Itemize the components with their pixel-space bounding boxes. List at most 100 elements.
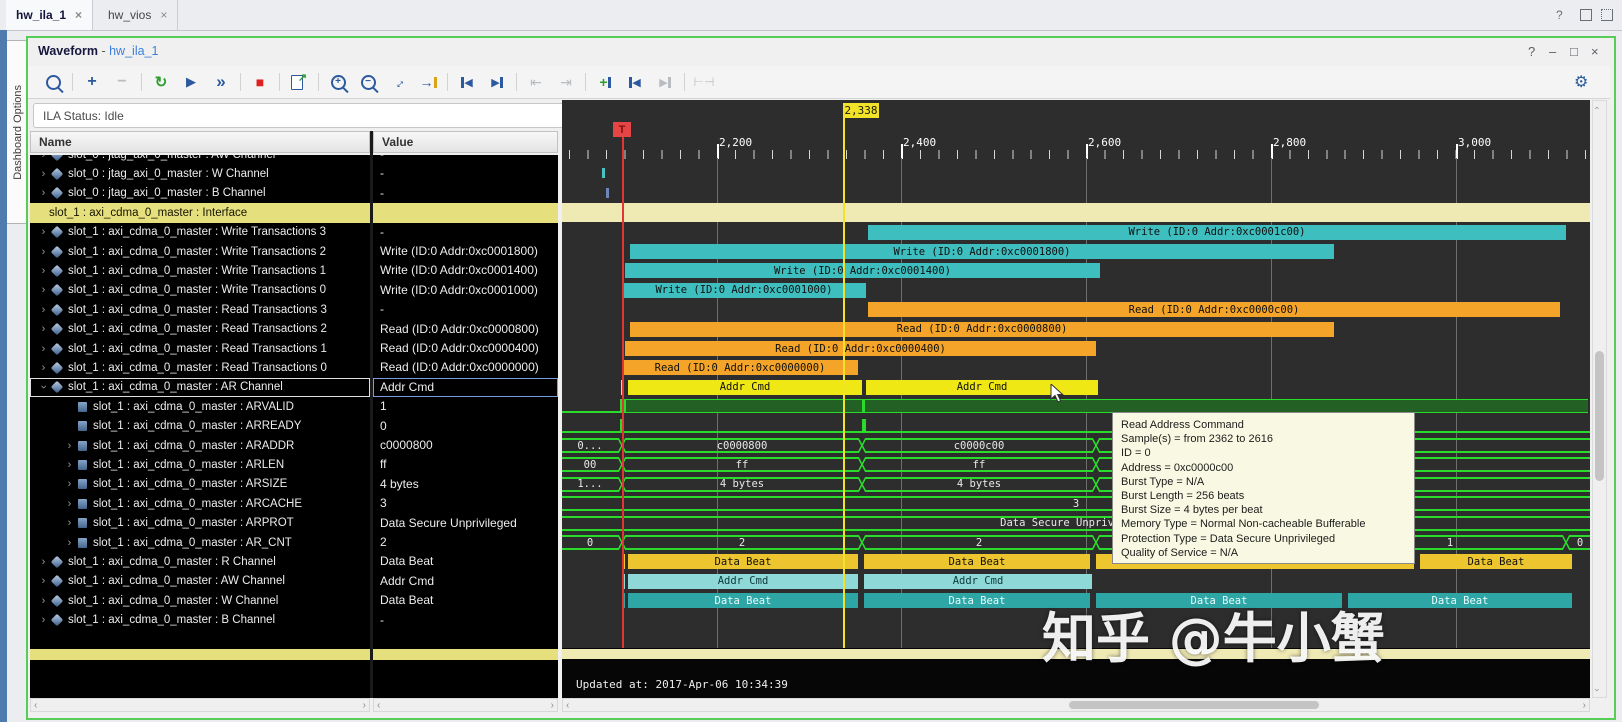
vscrollbar-thumb[interactable] <box>1595 351 1604 481</box>
tab-hw-vios[interactable]: hw_vios × <box>98 0 178 30</box>
w-channel-bar[interactable]: Data Beat <box>628 593 858 608</box>
goto-cursor-icon[interactable]: → <box>417 70 439 94</box>
value-cell[interactable]: Data Secure Unprivileged <box>373 514 558 533</box>
araddr-segment[interactable]: 0... <box>562 438 618 453</box>
close-window-icon[interactable]: × <box>1591 44 1599 59</box>
tree-row-partial[interactable] <box>30 649 370 660</box>
scroll-right-icon[interactable]: › <box>1583 700 1586 711</box>
trigger-marker-flag[interactable]: T <box>613 122 631 137</box>
value-cell[interactable]: 0 <box>373 417 558 436</box>
ar-channel-bar[interactable]: Addr Cmd <box>628 380 862 395</box>
help-icon[interactable]: ? <box>1556 8 1563 22</box>
ar-cnt-segment[interactable]: 0 <box>562 535 618 550</box>
cursor-line[interactable] <box>843 104 845 648</box>
value-cell[interactable]: Addr Cmd <box>373 572 558 591</box>
value-cell[interactable]: - <box>373 184 558 203</box>
tree-row[interactable]: ›slot_1 : axi_cdma_0_master : Write Tran… <box>30 281 370 300</box>
value-cell[interactable]: ff <box>373 455 558 474</box>
settings-gear-icon[interactable]: ⚙ <box>1574 72 1588 92</box>
value-cell[interactable]: Data Beat <box>373 552 558 571</box>
cursor-position-label[interactable]: 2,338 <box>843 103 879 118</box>
float-window-icon[interactable] <box>1580 9 1592 21</box>
expand-icon[interactable]: › <box>38 155 49 161</box>
expand-icon[interactable]: › <box>38 168 49 180</box>
tree-row[interactable]: ›slot_1 : axi_cdma_0_master : Read Trans… <box>30 339 370 358</box>
value-cell[interactable]: Read (ID:0 Addr:0xc0000400) <box>373 339 558 358</box>
arlen-segment[interactable]: ff <box>866 457 1092 472</box>
write-transaction-bar[interactable]: Write (ID:0 Addr:0xc0001800) <box>630 244 1334 259</box>
tree-row[interactable]: ›slot_0 : jtag_axi_0_master : AW Channel <box>30 155 370 164</box>
ar-cnt-segment[interactable]: 2 <box>866 535 1092 550</box>
read-transaction-bar[interactable]: Read (ID:0 Addr:0xc0000000) <box>622 360 858 375</box>
export-data-icon[interactable]: ↗ <box>288 70 310 94</box>
close-icon[interactable]: × <box>160 8 167 22</box>
ar-cnt-segment[interactable]: 0 <box>1570 535 1590 550</box>
zoom-out-icon[interactable]: − <box>357 70 379 94</box>
snap-to-transition-icon[interactable]: ⊢⊣ <box>693 70 715 94</box>
goto-start-icon[interactable]: ◀ <box>456 70 478 94</box>
value-cell[interactable]: - <box>373 223 558 242</box>
value-cell[interactable]: - <box>373 611 558 630</box>
previous-transition-icon[interactable]: ⇤ <box>525 70 547 94</box>
wave-vscrollbar[interactable]: ‹ › <box>1592 100 1607 698</box>
expand-icon[interactable]: › <box>64 517 75 529</box>
goto-end-icon[interactable]: ▶ <box>486 70 508 94</box>
scroll-down-icon[interactable]: › <box>1593 689 1603 692</box>
expand-icon[interactable]: › <box>38 343 49 355</box>
tree-row-selected[interactable]: slot_1 : axi_cdma_0_master : Interface <box>30 203 370 222</box>
expand-icon[interactable]: › <box>38 556 49 568</box>
expand-icon[interactable]: › <box>38 595 49 607</box>
maximize-icon[interactable]: □ <box>1570 44 1578 59</box>
expand-icon[interactable]: › <box>38 187 49 199</box>
scroll-right-icon[interactable]: › <box>363 700 366 711</box>
value-cell[interactable]: 1 <box>373 397 558 416</box>
zoom-fit-icon[interactable]: ↔ <box>387 70 409 94</box>
tree-row[interactable]: ›slot_1 : axi_cdma_0_master : ARLEN <box>30 455 370 474</box>
arvalid-high-band[interactable] <box>620 399 1588 413</box>
arsize-segment[interactable]: 4 bytes <box>866 477 1092 492</box>
expand-icon[interactable]: › <box>38 323 49 335</box>
value-cell[interactable]: Write (ID:0 Addr:0xc0001000) <box>373 281 558 300</box>
tree-row[interactable]: ›slot_1 : axi_cdma_0_master : W Channel <box>30 591 370 610</box>
expand-icon[interactable]: › <box>38 362 49 374</box>
name-hscrollbar[interactable]: ‹ › <box>30 698 370 712</box>
value-cell[interactable]: Write (ID:0 Addr:0xc0001800) <box>373 242 558 261</box>
value-cell[interactable]: 4 bytes <box>373 475 558 494</box>
scroll-up-icon[interactable]: ‹ <box>1593 107 1603 110</box>
next-transition-icon[interactable]: ⇥ <box>555 70 577 94</box>
tree-row[interactable]: slot_1 : axi_cdma_0_master : ARVALID <box>30 397 370 416</box>
search-icon[interactable] <box>42 70 64 94</box>
value-cell[interactable]: Read (ID:0 Addr:0xc0000800) <box>373 320 558 339</box>
araddr-segment[interactable]: c0000c00 <box>866 438 1092 453</box>
waveform-title-target-link[interactable]: hw_ila_1 <box>109 44 158 58</box>
value-cell[interactable]: Write (ID:0 Addr:0xc0001400) <box>373 261 558 280</box>
arsize-segment[interactable]: 4 bytes <box>626 477 858 492</box>
tree-row[interactable]: ›slot_1 : axi_cdma_0_master : B Channel <box>30 611 370 630</box>
run-trigger-icon[interactable]: ▶ <box>180 70 202 94</box>
add-probes-icon[interactable]: + <box>81 70 103 94</box>
write-transaction-bar[interactable]: Write (ID:0 Addr:0xc0001000) <box>622 283 866 298</box>
hscrollbar-thumb[interactable] <box>1069 701 1319 709</box>
value-cell-focused[interactable]: Addr Cmd <box>373 378 558 397</box>
read-transaction-bar[interactable]: Read (ID:0 Addr:0xc0000c00) <box>868 302 1560 317</box>
tree-row[interactable]: ›slot_1 : axi_cdma_0_master : Read Trans… <box>30 320 370 339</box>
read-transaction-bar[interactable]: Read (ID:0 Addr:0xc0000800) <box>630 322 1334 337</box>
tree-row[interactable]: slot_1 : axi_cdma_0_master : ARREADY <box>30 417 370 436</box>
value-column-header[interactable]: Value <box>373 131 558 153</box>
wave-hscrollbar[interactable]: ‹ › <box>562 698 1590 712</box>
tree-row[interactable]: ›slot_1 : axi_cdma_0_master : Read Trans… <box>30 358 370 377</box>
aw-channel-bar[interactable]: Addr Cmd <box>864 574 1092 589</box>
value-cell[interactable]: Data Beat <box>373 591 558 610</box>
arprot-segment[interactable]: Data Secure Unprivileged <box>562 516 1590 531</box>
tree-row-focused[interactable]: ›slot_1 : axi_cdma_0_master : AR Channel <box>30 378 370 397</box>
ar-cnt-segment[interactable]: 2 <box>626 535 858 550</box>
expand-icon[interactable]: › <box>38 575 49 587</box>
tree-row[interactable]: ›slot_1 : axi_cdma_0_master : Write Tran… <box>30 261 370 280</box>
value-cell-selected[interactable] <box>373 203 558 222</box>
value-cell[interactable]: - <box>373 155 558 164</box>
tree-row[interactable]: ›slot_1 : axi_cdma_0_master : R Channel <box>30 552 370 571</box>
arlen-segment[interactable]: 00 <box>562 457 618 472</box>
expand-icon[interactable]: › <box>38 265 49 277</box>
tree-row[interactable]: ›slot_1 : axi_cdma_0_master : AR_CNT <box>30 533 370 552</box>
write-transaction-bar[interactable]: Write (ID:0 Addr:0xc0001c00) <box>868 225 1566 240</box>
